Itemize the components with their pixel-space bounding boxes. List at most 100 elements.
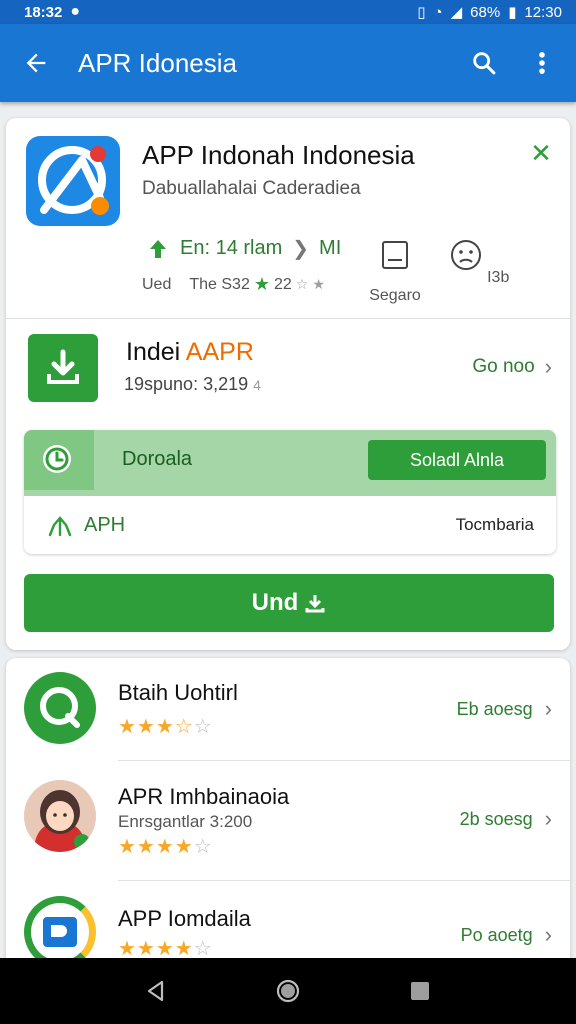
app-name: APP Indonah Indonesia xyxy=(142,140,415,170)
page-title: APR Idonesia xyxy=(78,47,237,78)
promo-label: Doroala xyxy=(122,448,193,470)
signal-icon: ◢ xyxy=(450,4,463,21)
star-icon: ★★★★ xyxy=(118,836,194,858)
app-size-row: En: 14 rlam ❯ MI xyxy=(146,236,341,261)
app-meta-row: Ued The S32 ★ 22 ☆ ★ xyxy=(142,274,325,295)
app-bar-actions xyxy=(466,43,560,83)
star-outline-icon: ☆ xyxy=(193,716,213,738)
app-developer: Dabuallahalai Caderadiea xyxy=(142,178,361,199)
list-item-name: APR Imhbainaoia xyxy=(118,784,290,809)
list-item[interactable]: APP Iomdaila ★★★★☆ Po aoetg › xyxy=(6,882,570,968)
install-button[interactable]: Und xyxy=(24,574,554,632)
back-arrow-icon xyxy=(26,53,46,73)
list-item[interactable]: Btaih Uohtirl ★★★☆☆ Eb aoesg › xyxy=(6,658,570,776)
app-bar: APR Idonesia xyxy=(0,24,576,102)
nav-home-button[interactable] xyxy=(270,973,306,1009)
download-subtitle-text: 19spuno: 3,219 xyxy=(124,374,249,394)
stat-left-label: Segaro xyxy=(369,287,421,304)
wifi-icon: ◔ xyxy=(433,3,443,21)
star-small-icon: ★ xyxy=(312,276,325,292)
meta-mid: The S32 xyxy=(189,275,250,293)
list-item-name: Btaih Uohtirl xyxy=(118,680,238,705)
chevron-right-icon: › xyxy=(544,806,552,831)
divider xyxy=(118,880,570,881)
download-icon xyxy=(47,349,79,384)
divider xyxy=(118,760,570,761)
list-item-link-label: 2b soesg xyxy=(459,808,533,829)
star-outline-icon: ☆ xyxy=(193,938,213,960)
overflow-menu-button[interactable] xyxy=(524,43,560,83)
status-clock-right: 12:30 xyxy=(524,3,562,21)
nav-recents-button[interactable] xyxy=(402,973,438,1009)
promo-panel: Doroala Soladl Alnla APH Tocmbaria xyxy=(24,430,556,554)
star-icon: ★★★ xyxy=(118,716,175,738)
download-link[interactable]: Go noo › xyxy=(472,354,552,380)
stat-right[interactable]: I3b xyxy=(444,238,514,287)
home-circle-icon xyxy=(276,979,300,1003)
vibrate-icon: ▯ xyxy=(417,4,426,21)
app-icon xyxy=(26,136,120,226)
list-item-subtitle: Enrsgantlar 3:200 xyxy=(118,812,253,831)
chevron-right-icon: ❯ xyxy=(292,238,310,260)
app-logo-icon xyxy=(38,146,109,215)
avatar xyxy=(24,780,96,852)
search-icon xyxy=(473,52,496,75)
battery-percent: 68% xyxy=(470,3,501,21)
battery-icon: ▮ xyxy=(508,4,517,21)
chevron-right-icon: › xyxy=(544,922,552,947)
app-badge-icon xyxy=(43,917,77,947)
sad-face-icon xyxy=(450,240,481,270)
list-item-link-label: Eb aoesg xyxy=(456,698,533,719)
chat-search-icon xyxy=(40,687,80,728)
star-half-icon: ☆ xyxy=(174,716,194,738)
more-vert-icon xyxy=(539,52,545,74)
promo-button[interactable]: Soladl Alnla xyxy=(368,440,546,480)
avatar xyxy=(24,672,96,744)
download-icon-tile xyxy=(28,334,98,402)
rating-stars: ★★★★☆ xyxy=(118,834,213,859)
install-button-label: Und xyxy=(251,589,299,616)
back-button[interactable] xyxy=(16,43,56,83)
rating-stars: ★★★☆☆ xyxy=(118,714,213,739)
person-avatar-icon xyxy=(24,780,96,852)
clock-icon xyxy=(43,445,71,473)
notification-icon: ● xyxy=(70,3,81,20)
app-size: En: 14 rlam xyxy=(180,237,283,259)
promo-bottom-right: Tocmbaria xyxy=(455,515,534,534)
promo-bottom-row[interactable]: APH Tocmbaria xyxy=(24,496,556,554)
list-item-link[interactable]: 2b soesg › xyxy=(460,806,552,832)
download-title-prefix: Indei xyxy=(126,338,181,366)
close-icon: ✕ xyxy=(530,138,552,168)
divider xyxy=(6,318,570,319)
list-item[interactable]: APR Imhbainaoia Enrsgantlar 3:200 ★★★★☆ … xyxy=(6,762,570,880)
recents-square-icon xyxy=(411,982,429,1000)
chevron-right-icon: › xyxy=(544,696,552,721)
download-title-accent: AAPR xyxy=(185,338,254,366)
related-apps-card: Btaih Uohtirl ★★★☆☆ Eb aoesg › APR Imhba… xyxy=(6,658,570,968)
stat-left[interactable]: Segaro xyxy=(360,238,430,305)
list-item-link[interactable]: Po aoetg › xyxy=(461,922,552,948)
app-size-unit: MI xyxy=(319,237,342,259)
promo-top: Doroala Soladl Alnla xyxy=(24,430,556,496)
status-bar: 18:32 ● ▯ ◔ ◢ 68% ▮ 12:30 xyxy=(0,0,576,24)
star-icon: ★★★★ xyxy=(118,938,194,960)
search-button[interactable] xyxy=(466,43,502,83)
list-item-link[interactable]: Eb aoesg › xyxy=(457,696,552,722)
download-small-icon xyxy=(305,595,325,613)
nav-back-button[interactable] xyxy=(138,973,174,1009)
close-button[interactable]: ✕ xyxy=(528,140,554,166)
star-outline-icon: ☆ xyxy=(295,276,309,292)
status-time: 18:32 xyxy=(24,3,63,21)
download-title: Indei AAPR xyxy=(126,338,254,367)
status-right: ▯ ◔ ◢ 68% ▮ 12:30 xyxy=(417,3,562,22)
promo-bottom-label: APH xyxy=(84,513,126,536)
upload-fork-icon xyxy=(48,516,72,537)
star-outline-icon: ☆ xyxy=(193,836,213,858)
page-icon xyxy=(382,241,408,269)
upload-arrow-icon xyxy=(150,239,166,258)
system-nav-bar xyxy=(0,958,576,1024)
download-subtitle-suffix: 4 xyxy=(253,377,261,393)
app-detail-card: APP Indonah Indonesia Dabuallahalai Cade… xyxy=(6,118,570,650)
meta-prefix: Ued xyxy=(142,275,172,293)
star-icon: ★ xyxy=(253,274,270,294)
